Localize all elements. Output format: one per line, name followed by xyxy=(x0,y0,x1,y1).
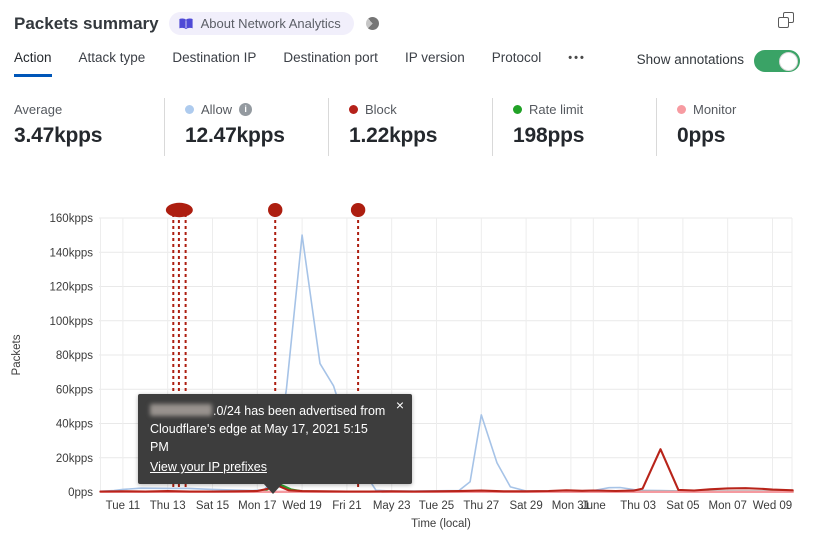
more-tabs-icon[interactable]: ••• xyxy=(568,50,586,77)
stat-rate-limit: Rate limit 198pps xyxy=(492,98,656,156)
stat-monitor: Monitor 0pps xyxy=(656,98,816,156)
stat-average-label: Average xyxy=(14,101,63,117)
svg-text:140kpps: 140kpps xyxy=(50,247,94,259)
stat-block-value: 1.22kpps xyxy=(349,124,438,147)
copy-icon-front xyxy=(778,17,789,28)
svg-text:June: June xyxy=(581,500,606,512)
about-network-analytics-badge[interactable]: About Network Analytics xyxy=(168,12,354,35)
stat-monitor-label: Monitor xyxy=(693,101,737,117)
svg-text:Wed 09: Wed 09 xyxy=(753,500,792,512)
stat-average: Average 3.47kpps xyxy=(0,98,164,156)
svg-text:Time (local): Time (local) xyxy=(411,518,471,530)
toggle-knob xyxy=(779,51,798,71)
svg-text:Thu 13: Thu 13 xyxy=(150,500,186,512)
page-title: Packets summary xyxy=(14,13,159,33)
annotation-tooltip: × .0/24 has been advertised from Cloudfl… xyxy=(138,394,412,494)
svg-text:40kpps: 40kpps xyxy=(56,419,93,431)
rate-limit-dot-icon xyxy=(513,104,522,114)
stat-rate-limit-value: 198pps xyxy=(513,124,585,147)
stat-allow-label: Allow xyxy=(201,101,233,117)
tab-protocol[interactable]: Protocol xyxy=(492,50,542,77)
packets-chart[interactable]: 0pps 20kpps 40kpps 60kpps 80kpps 100kpps 120kp… xyxy=(0,190,816,545)
svg-text:Sat 29: Sat 29 xyxy=(509,500,542,512)
stat-allow: Allow 12.47kpps xyxy=(164,98,328,156)
stat-average-value: 3.47kpps xyxy=(14,124,103,147)
svg-text:Thu 03: Thu 03 xyxy=(620,500,656,512)
stat-block: Block 1.22kpps xyxy=(328,98,492,156)
svg-text:Packets: Packets xyxy=(11,334,23,375)
tabs-row: Action Attack type Destination IP Destin… xyxy=(14,50,800,77)
svg-text:60kpps: 60kpps xyxy=(56,384,93,396)
stat-monitor-value: 0pps xyxy=(677,124,726,147)
svg-text:100kpps: 100kpps xyxy=(50,316,94,328)
tab-destination-port[interactable]: Destination port xyxy=(283,50,378,77)
redacted-ip-prefix xyxy=(150,404,212,416)
svg-text:Tue 25: Tue 25 xyxy=(419,500,454,512)
allow-dot-icon xyxy=(185,104,194,114)
monitor-dot-icon xyxy=(677,104,686,114)
view-ip-prefixes-link[interactable]: View your IP prefixes xyxy=(150,458,267,476)
svg-text:120kpps: 120kpps xyxy=(50,282,94,294)
stat-rate-limit-label: Rate limit xyxy=(529,101,584,117)
svg-text:May 23: May 23 xyxy=(373,500,411,512)
pie-icon[interactable] xyxy=(365,17,379,30)
svg-text:160kpps: 160kpps xyxy=(50,213,94,225)
svg-text:Sat 05: Sat 05 xyxy=(666,500,699,512)
show-annotations-toggle[interactable] xyxy=(754,50,800,72)
tab-attack-type[interactable]: Attack type xyxy=(79,50,146,77)
tab-action[interactable]: Action xyxy=(14,50,52,77)
svg-text:Sat 15: Sat 15 xyxy=(196,500,229,512)
stats-row: Average 3.47kpps Allow 12.47kpps Block 1… xyxy=(0,98,816,156)
stat-block-label: Block xyxy=(365,101,397,117)
svg-text:20kpps: 20kpps xyxy=(56,453,93,465)
about-badge-label: About Network Analytics xyxy=(200,16,341,31)
svg-text:Wed 19: Wed 19 xyxy=(282,500,321,512)
block-dot-icon xyxy=(349,104,358,114)
copy-icon[interactable] xyxy=(778,12,794,28)
tab-destination-ip[interactable]: Destination IP xyxy=(172,50,256,77)
svg-text:Thu 27: Thu 27 xyxy=(463,500,499,512)
show-annotations-label: Show annotations xyxy=(636,52,744,67)
stat-allow-value: 12.47kpps xyxy=(185,124,285,147)
book-icon xyxy=(178,17,193,30)
svg-text:Fri 21: Fri 21 xyxy=(332,500,361,512)
header: Packets summary About Network Analytics xyxy=(14,12,379,35)
svg-text:Mon 17: Mon 17 xyxy=(238,500,276,512)
close-icon[interactable]: × xyxy=(396,398,404,412)
tab-list: Action Attack type Destination IP Destin… xyxy=(14,50,586,77)
info-icon[interactable] xyxy=(239,102,253,116)
svg-text:80kpps: 80kpps xyxy=(56,350,93,362)
svg-text:Tue 11: Tue 11 xyxy=(106,500,141,512)
svg-text:Mon 07: Mon 07 xyxy=(709,500,747,512)
tab-ip-version[interactable]: IP version xyxy=(405,50,465,77)
svg-text:0pps: 0pps xyxy=(68,487,93,499)
